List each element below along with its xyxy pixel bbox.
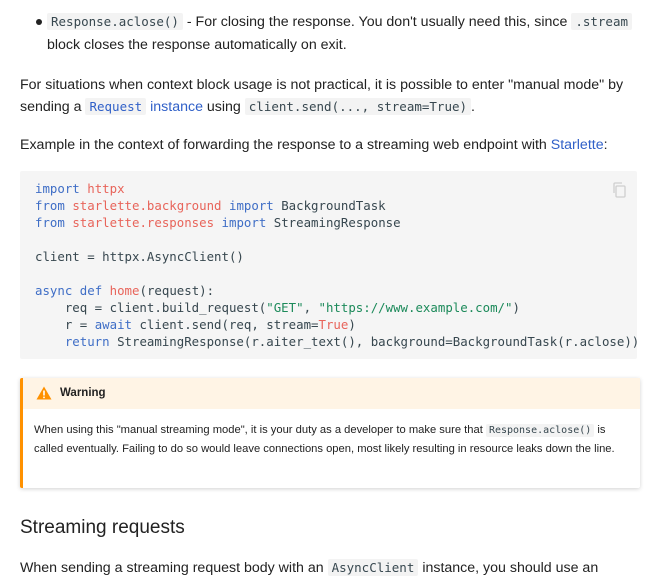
inline-code-aclose: Response.aclose()	[485, 424, 595, 437]
request-link-text: instance	[146, 99, 203, 115]
code-line: async def home(request):	[35, 283, 215, 298]
para1-text-2: using	[202, 99, 245, 115]
code-listing: import httpx from starlette.background i…	[20, 171, 640, 350]
code-line: return StreamingResponse(r.aiter_text(),…	[64, 334, 640, 349]
bullet-list: Response.aclose() - For closing the resp…	[20, 10, 637, 57]
code-line: from starlette.responses import Streamin…	[35, 215, 401, 230]
paragraph-manual-mode: For situations when context block usage …	[20, 74, 637, 118]
code-line: req = client.build_request("GET", "https…	[35, 300, 520, 315]
section-text-2: instance, you should use an	[418, 560, 599, 576]
section-heading: Streaming requests	[20, 517, 185, 538]
warning-text-1: When using this "manual streaming mode",…	[34, 424, 486, 436]
bullet-dot	[36, 19, 42, 25]
warning-header: Warning	[23, 378, 640, 409]
bullet-text-2: block closes the response automatically …	[47, 37, 347, 53]
code-line: import httpx	[35, 181, 125, 196]
paragraph-streaming-requests: When sending a streaming request body wi…	[20, 557, 637, 579]
starlette-link[interactable]: Starlette	[551, 137, 604, 153]
section-text-1: When sending a streaming request body wi…	[20, 560, 328, 576]
code-block: import httpx from starlette.background i…	[20, 171, 640, 359]
warning-admonition: Warning When using this "manual streamin…	[20, 378, 640, 488]
para1-text-3: .	[471, 99, 475, 115]
inline-code-request: Request	[85, 98, 147, 115]
warning-title: Warning	[60, 387, 106, 399]
copy-icon[interactable]	[612, 182, 626, 198]
warning-icon	[36, 386, 52, 400]
code-line: from starlette.background import Backgro…	[35, 198, 386, 213]
inline-code-stream: .stream	[571, 13, 632, 30]
code-line: r = await client.send(req, stream=True)	[35, 317, 356, 332]
paragraph-example: Example in the context of forwarding the…	[20, 134, 637, 156]
inline-code-response-aclose: Response.aclose()	[47, 13, 183, 30]
inline-code-client-send: client.send(..., stream=True)	[244, 98, 472, 115]
request-instance-link[interactable]: Request instance	[85, 98, 203, 115]
list-item: Response.aclose() - For closing the resp…	[47, 10, 637, 57]
warning-body: When using this "manual streaming mode",…	[23, 409, 640, 459]
para2-text-1: Example in the context of forwarding the…	[20, 137, 551, 153]
para2-text-2: :	[603, 137, 608, 153]
code-line: client = httpx.AsyncClient()	[35, 249, 244, 264]
bullet-text-1: - For closing the response. You don't us…	[182, 14, 572, 30]
